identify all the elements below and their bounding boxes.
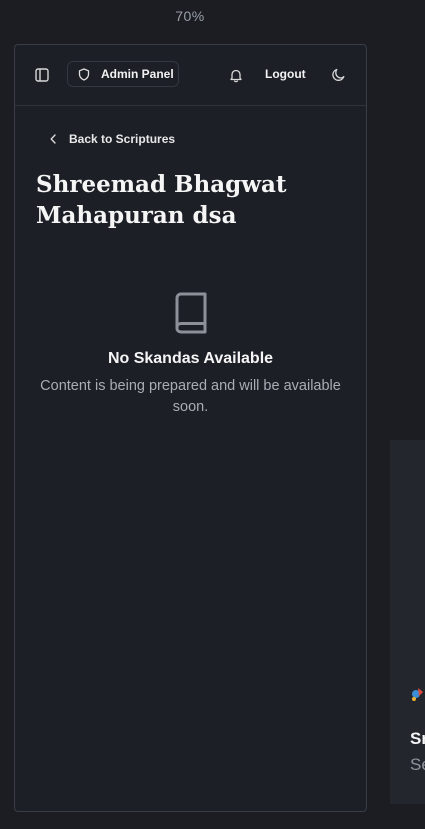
top-bar: Admin Panel Logout <box>15 45 366 106</box>
admin-panel-label: Admin Panel <box>101 67 174 81</box>
back-to-scriptures-link[interactable]: Back to Scriptures <box>49 132 175 146</box>
sidebar-toggle-icon <box>35 68 49 82</box>
chevron-left-icon <box>50 134 56 144</box>
back-link-label: Back to Scriptures <box>69 132 176 146</box>
app-window: Admin Panel Logout Back to Scriptures Sh… <box>14 44 367 812</box>
sidebar-toggle-button[interactable] <box>28 61 56 89</box>
emoji-icon <box>412 688 423 701</box>
logout-button[interactable]: Logout <box>265 67 306 81</box>
notifications-button[interactable] <box>222 61 250 89</box>
admin-panel-button[interactable]: Admin Panel <box>67 61 179 87</box>
theme-toggle-button[interactable] <box>325 61 353 89</box>
empty-state-description: Content is being prepared and will be av… <box>40 378 341 415</box>
shield-icon <box>78 67 90 81</box>
side-card-title: Sr <box>410 729 425 748</box>
moon-icon <box>332 68 345 81</box>
bell-icon <box>230 69 242 82</box>
zoom-level: 70% <box>175 8 205 24</box>
empty-state: No Skandas Available Content is being pr… <box>15 291 366 418</box>
side-card-partial[interactable]: Sr Se <box>390 440 425 804</box>
page-title: Shreemad Bhagwat Mahapuran dsa <box>36 171 287 229</box>
side-card-description: Se <box>410 755 425 774</box>
book-icon <box>175 292 206 334</box>
empty-state-title: No Skandas Available <box>107 350 274 367</box>
